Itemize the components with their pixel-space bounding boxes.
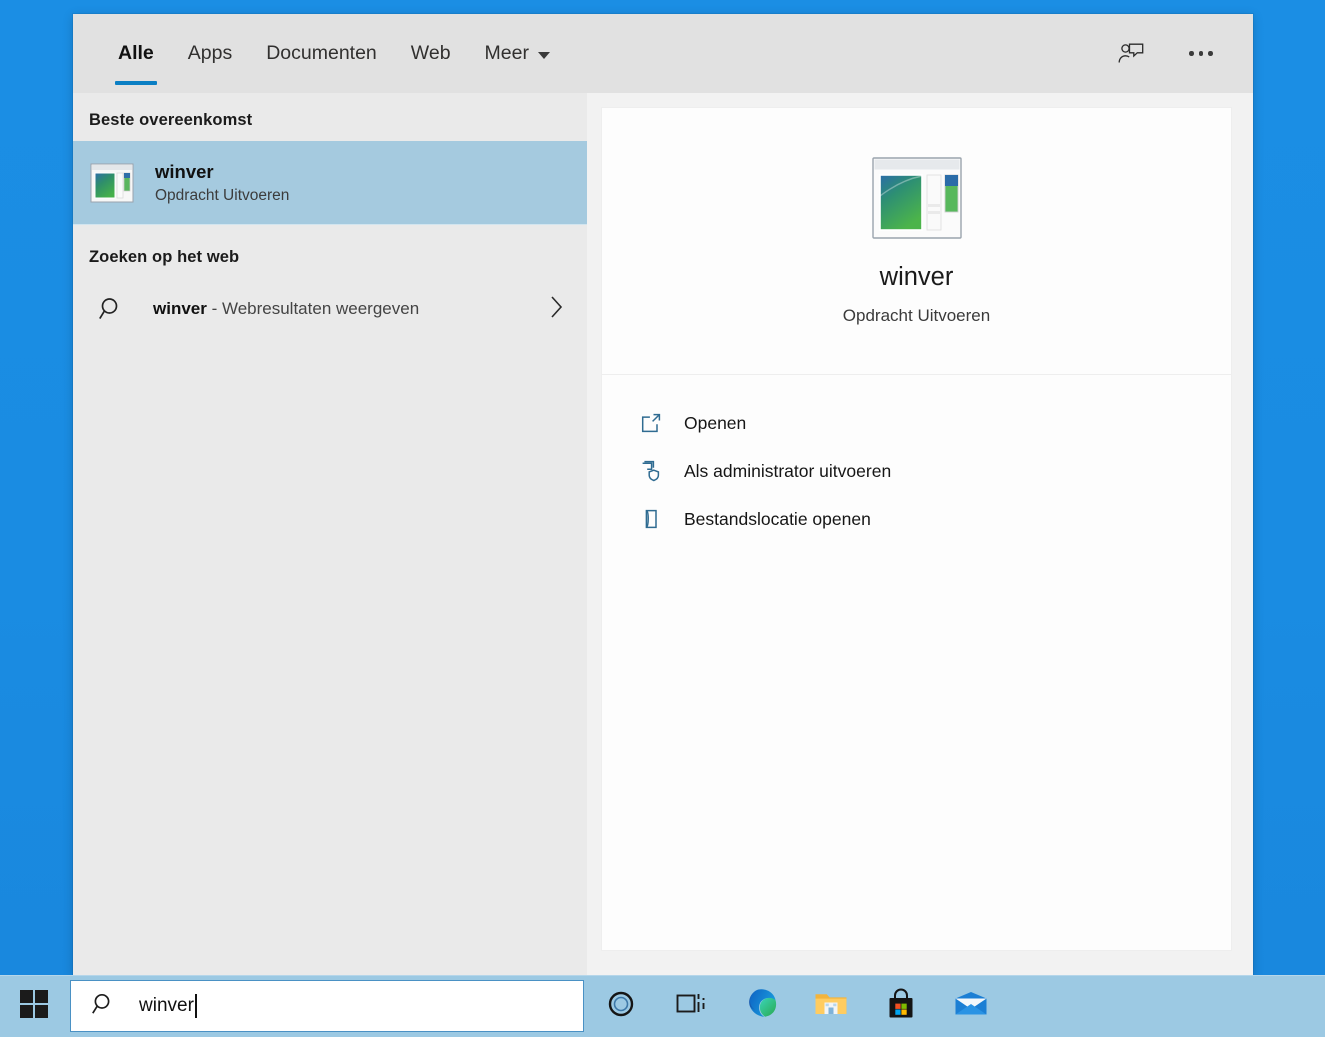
search-icon bbox=[89, 295, 135, 323]
tab-documenten[interactable]: Documenten bbox=[249, 14, 394, 93]
open-external-icon bbox=[636, 412, 666, 434]
tab-alle-label: Alle bbox=[118, 42, 154, 65]
best-match-section-title: Beste overeenkomst bbox=[73, 99, 587, 141]
chevron-down-icon bbox=[538, 52, 550, 59]
microsoft-edge-icon bbox=[744, 987, 778, 1026]
web-result-query: winver bbox=[153, 299, 207, 318]
file-explorer-icon bbox=[814, 989, 848, 1024]
microsoft-store-button[interactable] bbox=[878, 978, 924, 1034]
web-result-item[interactable]: winver - Webresultaten weergeven bbox=[73, 278, 587, 340]
mail-icon bbox=[954, 991, 988, 1022]
preview-app-title: winver bbox=[880, 263, 954, 292]
result-item-title: winver bbox=[155, 161, 289, 182]
web-result-suffix: - Webresultaten weergeven bbox=[207, 299, 419, 318]
details-pane: winver Opdracht Uitvoeren Openen bbox=[587, 93, 1253, 975]
action-open-file-location[interactable]: Bestandslocatie openen bbox=[602, 495, 1231, 543]
result-item-winver[interactable]: winver Opdracht Uitvoeren bbox=[73, 141, 587, 225]
action-openen-label: Openen bbox=[684, 413, 746, 434]
more-options-icon bbox=[1189, 51, 1213, 56]
action-run-as-administrator-label: Als administrator uitvoeren bbox=[684, 461, 891, 482]
result-item-text: winver Opdracht Uitvoeren bbox=[155, 161, 289, 204]
app-preview-card: winver Opdracht Uitvoeren bbox=[601, 107, 1232, 375]
taskbar-search-input[interactable]: winver bbox=[70, 980, 584, 1032]
microsoft-store-icon bbox=[886, 988, 916, 1025]
tab-meer-label: Meer bbox=[485, 42, 529, 65]
taskbar: winver bbox=[0, 975, 1325, 1037]
cortana-button[interactable] bbox=[598, 978, 644, 1034]
file-explorer-button[interactable] bbox=[808, 978, 854, 1034]
winver-app-icon bbox=[89, 160, 135, 206]
cortana-icon bbox=[606, 989, 636, 1024]
task-view-icon bbox=[675, 990, 707, 1023]
tab-documenten-label: Documenten bbox=[266, 42, 377, 65]
microsoft-edge-button[interactable] bbox=[738, 978, 784, 1034]
header-actions bbox=[1109, 14, 1253, 93]
search-body: Beste overeenkomst bbox=[73, 93, 1253, 975]
preview-app-subtitle: Opdracht Uitvoeren bbox=[843, 306, 990, 326]
shield-run-as-admin-icon bbox=[636, 460, 666, 482]
windows-logo-icon bbox=[19, 989, 49, 1024]
search-tabs: Alle Apps Documenten Web Meer bbox=[73, 14, 567, 93]
start-button[interactable] bbox=[0, 975, 68, 1037]
taskbar-pinned-icons bbox=[598, 978, 994, 1034]
results-pane: Beste overeenkomst bbox=[73, 93, 587, 975]
action-openen[interactable]: Openen bbox=[602, 399, 1231, 447]
tab-alle[interactable]: Alle bbox=[101, 14, 171, 93]
tab-apps-label: Apps bbox=[188, 42, 232, 65]
app-actions-list: Openen Als administrator uitvoeren bbox=[601, 375, 1232, 951]
feedback-icon bbox=[1116, 39, 1146, 69]
mail-button[interactable] bbox=[948, 978, 994, 1034]
action-run-as-administrator[interactable]: Als administrator uitvoeren bbox=[602, 447, 1231, 495]
web-search-section-title: Zoeken op het web bbox=[73, 225, 587, 278]
windows-search-flyout: Alle Apps Documenten Web Meer bbox=[73, 14, 1253, 975]
web-result-label: winver - Webresultaten weergeven bbox=[153, 299, 419, 319]
tab-apps[interactable]: Apps bbox=[171, 14, 249, 93]
tab-web-label: Web bbox=[411, 42, 451, 65]
action-open-file-location-label: Bestandslocatie openen bbox=[684, 509, 871, 530]
winver-app-icon bbox=[871, 156, 963, 245]
search-icon bbox=[91, 991, 117, 1022]
more-options-button[interactable] bbox=[1179, 32, 1223, 76]
task-view-button[interactable] bbox=[668, 978, 714, 1034]
tab-web[interactable]: Web bbox=[394, 14, 468, 93]
open-file-location-icon bbox=[636, 508, 666, 530]
text-cursor bbox=[195, 994, 197, 1018]
taskbar-search-value: winver bbox=[139, 995, 194, 1017]
search-header: Alle Apps Documenten Web Meer bbox=[73, 14, 1253, 93]
feedback-button[interactable] bbox=[1109, 32, 1153, 76]
result-item-subtitle: Opdracht Uitvoeren bbox=[155, 187, 289, 205]
chevron-right-icon bbox=[549, 294, 565, 325]
tab-meer[interactable]: Meer bbox=[468, 14, 567, 93]
